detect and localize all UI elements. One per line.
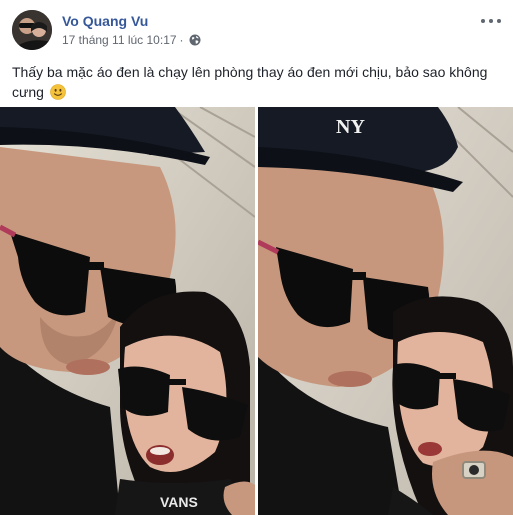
post-meta: 17 tháng 11 lúc 10:17 · [62,33,201,47]
shirt-print: VANS [160,494,198,510]
author-name[interactable]: Vo Quang Vu [62,13,148,29]
post-caption: Thấy ba mặc áo đen là chạy lên phòng tha… [12,62,502,102]
post-photo-1[interactable]: VANS [0,107,255,515]
globe-icon[interactable] [189,34,201,46]
author-avatar[interactable] [12,10,52,50]
avatar-image [12,10,52,50]
cap-logo: NY [336,116,365,138]
slightly-smiling-face-icon [50,84,66,100]
selfie-photo-2: NY [258,107,513,515]
caption-text: Thấy ba mặc áo đen là chạy lên phòng tha… [12,64,488,100]
post-header: Vo Quang Vu 17 tháng 11 lúc 10:17 · [12,10,501,52]
meta-separator: · [179,33,184,47]
post-timestamp[interactable]: 17 tháng 11 lúc 10:17 [62,33,177,47]
more-options-icon[interactable] [481,14,501,28]
selfie-photo-1: VANS [0,107,255,515]
post-photo-2[interactable]: NY [258,107,513,515]
facebook-post: Vo Quang Vu 17 tháng 11 lúc 10:17 · Thấy… [0,0,513,515]
